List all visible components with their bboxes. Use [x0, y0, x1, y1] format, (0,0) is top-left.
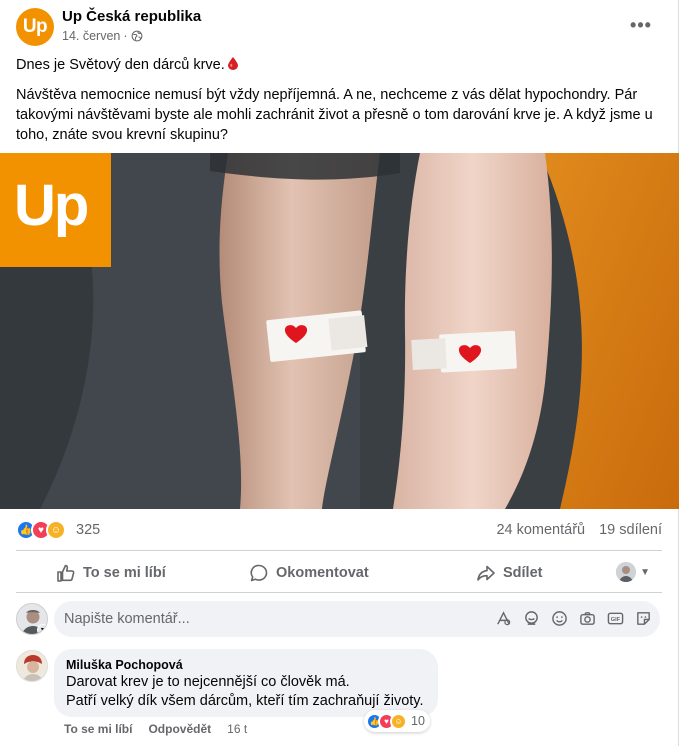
post-paragraph-2: Návštěva nemocnice nemusí být vždy nepří…	[16, 87, 653, 143]
comment-button-label: Okomentovat	[276, 565, 369, 581]
comment-composer[interactable]: GIF	[54, 601, 660, 637]
page-avatar[interactable]: Up	[16, 8, 54, 46]
chevron-down-icon: ▼	[37, 624, 47, 634]
svg-text:GIF: GIF	[610, 616, 620, 622]
post-image-art	[0, 153, 679, 509]
divider-bottom	[16, 592, 662, 593]
shares-count[interactable]: 19 sdílení	[599, 522, 662, 538]
comment-reply-button[interactable]: Odpovědět	[148, 722, 211, 736]
composer-tools: GIF	[494, 609, 652, 627]
post-paragraph-1: Dnes je Světový den dárců krve.	[16, 55, 666, 75]
post-text: Dnes je Světový den dárců krve. Návštěva…	[16, 55, 666, 155]
share-button[interactable]: Sdílet	[476, 563, 542, 583]
comment-timestamp[interactable]: 16 t	[227, 722, 247, 736]
meta-separator: ·	[123, 29, 128, 43]
post-date[interactable]: 14. červen	[62, 29, 120, 43]
post-card: Up Up Česká republika 14. červen · ••• D…	[0, 0, 679, 746]
like-button-label: To se mi líbí	[83, 565, 166, 581]
share-button-label: Sdílet	[503, 565, 543, 581]
comment-reactions[interactable]: 👍 ♥ ☺ 10	[364, 710, 430, 732]
image-logo: Up	[14, 173, 89, 238]
camera-icon[interactable]	[578, 609, 596, 627]
comments-count[interactable]: 24 komentářů	[496, 522, 585, 538]
emoji-icon[interactable]	[550, 609, 568, 627]
like-icon	[57, 564, 75, 582]
post-image[interactable]: Up	[0, 153, 679, 509]
sticker-icon[interactable]	[494, 609, 512, 627]
post-header: Up Up Česká republika 14. červen · •••	[16, 6, 662, 48]
comment-as-selector[interactable]: ▼	[616, 562, 650, 582]
post-meta: 14. červen ·	[62, 29, 143, 43]
engagement-counts: 24 komentářů 19 sdílení	[496, 522, 662, 538]
like-button[interactable]: To se mi líbí	[56, 563, 166, 583]
avatar-icon	[616, 562, 637, 582]
comment-author[interactable]: Miluška Pochopová	[66, 657, 426, 673]
divider-top	[16, 550, 662, 551]
care-reaction-icon: ☺	[390, 712, 407, 730]
user-avatar[interactable]: ▼	[16, 603, 48, 635]
reactions-summary: 👍 ♥ ☺ 325 24 komentářů 19 sdílení	[16, 518, 662, 542]
reaction-icons[interactable]: 👍 ♥ ☺	[16, 520, 66, 540]
more-icon[interactable]: •••	[626, 10, 656, 40]
comment-text-line-1: Darovat krev je to nejcennější co člověk…	[66, 674, 350, 690]
comment-button[interactable]: Okomentovat	[249, 563, 369, 583]
care-reaction-icon: ☺	[46, 520, 66, 540]
share-icon	[477, 565, 495, 581]
comment-icon	[250, 564, 268, 582]
comment-bubble: Miluška Pochopová Darovat krev je to nej…	[54, 649, 438, 717]
reaction-count[interactable]: 325	[76, 522, 100, 538]
avatar-sticker-icon[interactable]	[522, 609, 540, 627]
comment-text-line-2: Patří velký dík všem dárcům, kteří tím z…	[66, 693, 424, 709]
post-paragraph-1-text: Dnes je Světový den dárců krve.	[16, 57, 225, 73]
comment-reaction-count: 10	[411, 714, 425, 728]
comment-actions: To se mi líbí Odpovědět 16 t	[64, 722, 247, 736]
action-bar: To se mi líbí Okomentovat Sdílet ▼	[16, 555, 662, 589]
commenter-avatar[interactable]	[16, 650, 48, 682]
comment-input[interactable]	[64, 601, 444, 637]
globe-icon	[131, 30, 142, 42]
comment-like-button[interactable]: To se mi líbí	[64, 722, 132, 736]
page-name-link[interactable]: Up Česká republika	[62, 8, 201, 25]
gif-icon[interactable]: GIF	[606, 609, 624, 627]
drop-icon	[227, 57, 238, 70]
chevron-down-icon: ▼	[640, 566, 650, 578]
sticker2-icon[interactable]	[634, 609, 652, 627]
